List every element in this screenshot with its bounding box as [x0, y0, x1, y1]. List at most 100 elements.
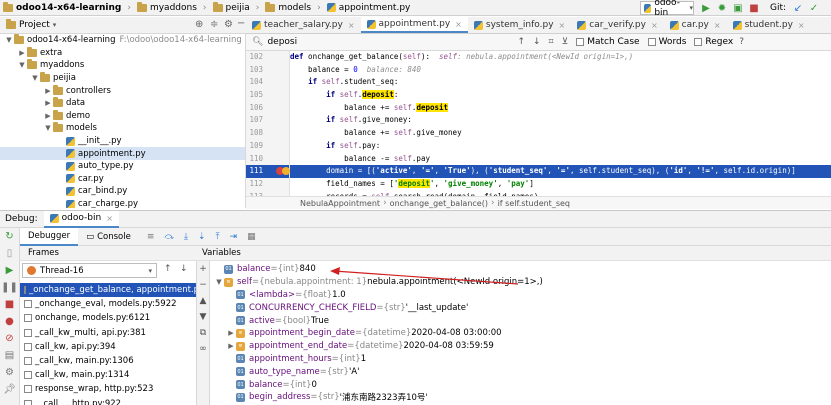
- run-icon[interactable]: ▶: [700, 2, 712, 14]
- copy-icon[interactable]: ⧉: [197, 325, 209, 341]
- code-line[interactable]: if self.deposit:: [290, 89, 831, 102]
- code-line[interactable]: if self.student_seq:: [290, 76, 831, 89]
- run-to-cursor-icon[interactable]: ⇥: [230, 232, 238, 242]
- chevron-right-icon[interactable]: ▶: [226, 342, 236, 350]
- breadcrumb-file[interactable]: appointment.py: [324, 3, 414, 13]
- frame-item[interactable]: response_wrap, http.py:523: [20, 382, 196, 396]
- variable-row[interactable]: ▼ ≡ self = {nebula.appointment: 1} nebula.…: [210, 276, 831, 289]
- git-commit-icon[interactable]: ✓: [808, 2, 820, 14]
- step-over-icon[interactable]: ⤼: [164, 232, 174, 242]
- tab-car-py[interactable]: car.py ×: [664, 17, 727, 33]
- code-breadcrumb-item[interactable]: if self.student_seq: [498, 199, 570, 208]
- stop-icon[interactable]: ■: [0, 296, 19, 313]
- close-icon[interactable]: ×: [559, 21, 566, 30]
- step-out-icon[interactable]: ⤒: [216, 232, 220, 242]
- step-into-icon[interactable]: ⤓: [184, 232, 188, 242]
- git-update-icon[interactable]: ↙: [792, 2, 804, 14]
- chevron-down-icon[interactable]: ▾: [53, 21, 57, 29]
- frame-item[interactable]: _call_kw_multi, api.py:381: [20, 326, 196, 340]
- variable-row[interactable]: 01 <lambda> = {float} 1.0: [210, 289, 831, 302]
- variable-row[interactable]: 01 CONCURRENCY_CHECK_FIELD = {str} '__las…: [210, 301, 831, 314]
- get-thread-dump-icon[interactable]: ▤: [0, 347, 19, 364]
- view-breakpoints-icon[interactable]: ●: [0, 313, 19, 330]
- watches-icon[interactable]: ∞: [197, 341, 209, 357]
- run-config-select[interactable]: odoo-bin ▾: [640, 0, 694, 18]
- search-input[interactable]: [267, 37, 508, 47]
- remove-icon[interactable]: −: [197, 277, 209, 293]
- variable-row[interactable]: 01 auto_type_name = {str} 'A': [210, 365, 831, 378]
- breadcrumb-project[interactable]: odoo14-x64-learning: [0, 1, 124, 13]
- tree-item[interactable]: ▼ myaddons: [0, 59, 245, 72]
- code-editor[interactable]: def onchange_get_balance(self): self: ne…: [290, 51, 831, 196]
- tree-item[interactable]: ▶ demo: [0, 109, 245, 123]
- frame-item[interactable]: __call__, http.py:922: [20, 397, 196, 405]
- tree-item[interactable]: ▼ odoo14-x64-learning F:\odoo\odoo14-x64-l…: [0, 34, 245, 47]
- filter-icon[interactable]: ⊻: [562, 37, 569, 47]
- tab-debugger[interactable]: Debugger: [20, 227, 79, 246]
- arrow-down-icon[interactable]: ↓: [180, 264, 188, 274]
- tree-item[interactable]: ▶ controllers: [0, 84, 245, 97]
- pin-icon[interactable]: 📌︎: [0, 381, 19, 398]
- code-line[interactable]: balance += self.give_money: [290, 127, 831, 140]
- tree-item[interactable]: ▶ data: [0, 97, 245, 110]
- variable-row[interactable]: ▶ ≡ appointment_begin_date = {datetime} 20…: [210, 327, 831, 340]
- breadcrumb-peijia[interactable]: peijia: [210, 1, 253, 13]
- select-all-icon[interactable]: ⌗: [549, 37, 554, 47]
- arrow-up-icon[interactable]: ↑: [517, 37, 525, 47]
- close-icon[interactable]: ×: [348, 21, 355, 30]
- frame-item[interactable]: call_kw, api.py:394: [20, 340, 196, 354]
- close-icon[interactable]: ×: [651, 21, 658, 30]
- tab-console[interactable]: ▭ Console: [78, 228, 139, 246]
- variable-row[interactable]: 01 balance = {int} 0: [210, 378, 831, 391]
- mute-breakpoints-icon[interactable]: ⊘: [0, 330, 19, 347]
- code-breadcrumb-item[interactable]: onchange_get_balance(): [390, 199, 488, 208]
- breadcrumb-myaddons[interactable]: myaddons: [134, 1, 200, 13]
- variable-row[interactable]: ▶ ≡ appointment_end_date = {datetime} 2020…: [210, 340, 831, 353]
- arrow-up-icon[interactable]: ↑: [164, 264, 172, 274]
- code-line[interactable]: domain = [('active', '=', 'True'), ('stu…: [290, 165, 831, 178]
- words-checkbox[interactable]: [647, 38, 656, 46]
- tree-item[interactable]: car_bind.py: [0, 185, 245, 198]
- step-into-my-code-icon[interactable]: ⇣: [198, 232, 206, 242]
- frame-item[interactable]: onchange, models.py:6121: [20, 311, 196, 325]
- regex-checkbox[interactable]: [694, 38, 703, 46]
- code-line[interactable]: field_names = ['deposit', 'give_money', …: [290, 178, 831, 191]
- tab-system-info-py[interactable]: system_info.py ×: [468, 17, 571, 33]
- tree-item[interactable]: ▼ peijia: [0, 72, 245, 85]
- add-icon[interactable]: +: [197, 261, 209, 277]
- tree-item[interactable]: __init__.py: [0, 135, 245, 148]
- code-line[interactable]: balance += self.deposit: [290, 102, 831, 115]
- tree-item[interactable]: ▶ extra: [0, 46, 245, 60]
- frame-item[interactable]: _onchange_eval, models.py:5922: [20, 297, 196, 311]
- tree-item[interactable]: auto_type.py: [0, 160, 245, 173]
- close-icon[interactable]: ×: [798, 21, 805, 30]
- code-line[interactable]: balance = 0 balance: 840: [290, 64, 831, 77]
- code-line[interactable]: if self.give_money:: [290, 114, 831, 127]
- collapse-icon[interactable]: ≑: [210, 19, 218, 30]
- chevron-right-icon[interactable]: ▶: [226, 329, 236, 337]
- tab-teacher-salary-py[interactable]: teacher_salary.py ×: [246, 17, 361, 33]
- move-down-icon[interactable]: ▼: [197, 309, 209, 325]
- evaluate-icon[interactable]: ▦: [247, 232, 256, 242]
- debug-config-tab[interactable]: odoo-bin ×: [43, 210, 119, 228]
- variable-row[interactable]: 01 active = {bool} True: [210, 314, 831, 327]
- code-breadcrumb-item[interactable]: NebulaAppointment: [300, 199, 380, 208]
- stop-icon[interactable]: ■: [748, 2, 760, 14]
- pause-placeholder-icon[interactable]: ▯: [0, 245, 19, 262]
- hide-icon[interactable]: −: [237, 18, 245, 29]
- variable-row[interactable]: 01 begin_address = {str} '浦东南路2323弄10号': [210, 391, 831, 404]
- settings-icon[interactable]: ⚙: [224, 19, 233, 30]
- close-icon[interactable]: ×: [714, 21, 721, 30]
- variable-row[interactable]: 01 balance = {int} 840: [210, 263, 831, 276]
- resume-icon[interactable]: ▶: [0, 262, 19, 279]
- code-line[interactable]: def onchange_get_balance(self): self: ne…: [290, 51, 831, 64]
- tree-item[interactable]: appointment.py: [0, 147, 245, 160]
- tab-appointment-py[interactable]: appointment.py ×: [360, 17, 468, 33]
- tab-student-py[interactable]: student.py ×: [727, 17, 811, 33]
- thread-select[interactable]: Thread-16 ▾: [22, 263, 157, 278]
- tree-item[interactable]: ▼ models: [0, 122, 245, 135]
- project-title[interactable]: Project: [19, 20, 50, 30]
- chevron-down-icon[interactable]: ▼: [214, 278, 224, 286]
- settings-icon[interactable]: ⚙: [0, 364, 19, 381]
- locate-icon[interactable]: ⊕: [195, 19, 203, 30]
